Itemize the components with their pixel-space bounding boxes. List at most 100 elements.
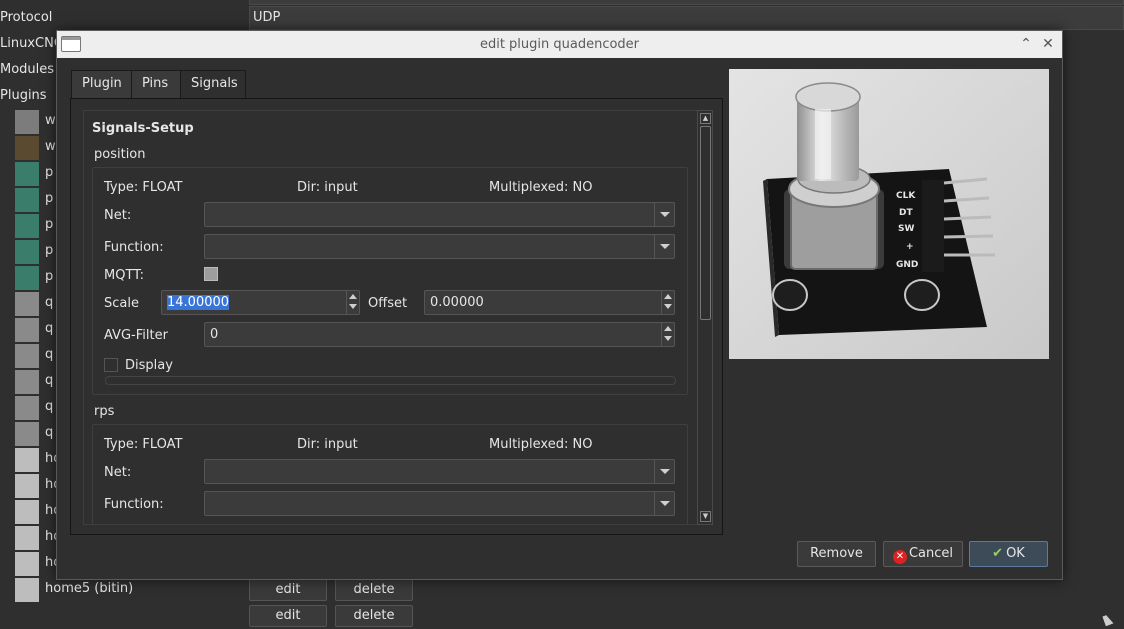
position-group-title: position [94,147,146,162]
offset-value: 0.00000 [430,295,484,310]
offset-label: Offset [368,296,408,311]
plugin-thumbnail [15,162,39,186]
rps-multiplexed: Multiplexed: NO [489,437,593,452]
maximize-icon[interactable]: ⌃ [1018,35,1034,53]
remove-button[interactable]: Remove [797,541,876,567]
plugin-thumbnail [15,578,39,602]
tab-plugin[interactable]: Plugin [71,70,132,99]
pin-label-gnd: GND [896,260,918,270]
plugin-thumbnail [15,292,39,316]
net-label: Net: [104,208,132,223]
delete-button[interactable]: delete [335,579,413,601]
cancel-button[interactable]: ✕ Cancel [883,541,963,567]
plugin-name: p [45,269,54,284]
dialog-titlebar[interactable]: edit plugin quadencoder ⌃ ✕ [57,31,1062,58]
protocol-label: Protocol [0,10,53,25]
remove-button-label: Remove [810,546,863,561]
plugin-image: CLK DT SW + GND [729,69,1049,359]
edit-button[interactable]: edit [249,579,327,601]
mqtt-checkbox[interactable] [204,267,218,281]
ok-button-label: OK [1006,546,1025,561]
tab-plugin-label: Plugin [82,76,122,91]
avg-filter-label: AVG-Filter [104,328,168,343]
scrollbar-thumb[interactable] [700,126,711,320]
delete-button-label: delete [353,608,395,623]
rotary-encoder-picture: CLK DT SW + GND [729,69,1049,359]
position-dir: Dir: input [297,180,358,195]
display-label: Display [125,358,173,373]
position-group: Type: FLOAT Dir: input Multiplexed: NO N… [92,167,688,395]
ok-icon: ✔ [992,546,1004,561]
plugin-name: p [45,217,54,232]
plugin-thumbnail [15,136,39,160]
net-select[interactable] [204,202,675,227]
vertical-scrollbar[interactable]: ▲ ▼ [697,110,713,525]
plugin-name: q [45,399,54,414]
edit-button[interactable]: edit [249,605,327,627]
scale-value: 14.00000 [167,295,230,310]
offset-spinbox[interactable]: 0.00000 [424,290,675,315]
edit-plugin-dialog: edit plugin quadencoder ⌃ ✕ Plugin Pins … [56,30,1063,580]
plugin-thumbnail [15,110,39,134]
plugin-thumbnail [15,240,39,264]
modules-label: Modules [0,62,55,77]
plugins-label: Plugins [0,88,47,103]
close-icon[interactable]: ✕ [1040,35,1056,53]
function-select[interactable] [204,234,675,259]
ok-button[interactable]: ✔ OK [969,541,1048,567]
tab-pins[interactable]: Pins [131,70,181,99]
delete-button[interactable]: delete [335,605,413,627]
plugin-name: q [45,373,54,388]
plugin-thumbnail [15,396,39,420]
rps-function-select[interactable] [204,491,675,516]
plugin-thumbnail [15,526,39,550]
rps-net-select[interactable] [204,459,675,484]
plugin-thumbnail [15,188,39,212]
mqtt-label: MQTT: [104,268,145,283]
plugin-thumbnail [15,214,39,238]
signals-tab-pane: Signals-Setup position Type: FLOAT Dir: … [70,98,723,535]
protocol-field[interactable]: UDP [249,6,1124,30]
scroll-up-icon[interactable]: ▲ [700,113,711,124]
display-checkbox[interactable] [104,358,118,372]
tab-signals[interactable]: Signals [180,70,246,100]
edit-button-label: edit [275,608,301,623]
position-type: Type: FLOAT [104,180,183,195]
spin-arrows-icon[interactable] [661,291,674,314]
scale-spinbox[interactable]: 14.00000 [161,290,360,315]
plugin-thumbnail [15,500,39,524]
position-multiplexed: Multiplexed: NO [489,180,593,195]
rps-type: Type: FLOAT [104,437,183,452]
chevron-down-icon [654,460,674,483]
plugin-thumbnail [15,422,39,446]
spin-arrows-icon[interactable] [346,291,359,314]
plugin-thumbnail [15,318,39,342]
pin-label-plus: + [906,242,914,252]
cancel-button-label: Cancel [908,546,954,561]
plugin-thumbnail [15,370,39,394]
plugin-name: w [45,139,56,154]
mouse-cursor-icon [1102,613,1114,627]
plugin-name: q [45,295,54,310]
plugin-name: p [45,191,54,206]
pin-label-dt: DT [899,208,913,218]
scroll-down-icon[interactable]: ▼ [700,511,711,522]
top-field-edge [249,0,1124,5]
protocol-value: UDP [253,10,281,25]
function-label: Function: [104,240,164,255]
dialog-title: edit plugin quadencoder [479,37,640,52]
plugin-name: q [45,425,54,440]
plugin-name: p [45,165,54,180]
chevron-down-icon [654,235,674,258]
plugin-name: p [45,243,54,258]
plugin-thumbnail [15,474,39,498]
plugin-name: q [45,347,54,362]
avg-filter-spinbox[interactable]: 0 [204,322,675,347]
signals-scroll-area[interactable]: Signals-Setup position Type: FLOAT Dir: … [83,110,711,525]
horizontal-scrollbar[interactable] [105,376,676,385]
spin-arrows-icon[interactable] [661,323,674,346]
rps-group-title: rps [94,404,115,419]
edit-button-label: edit [275,582,301,597]
plugin-name: home5 (bitin) [45,581,134,596]
plugin-thumbnail [15,448,39,472]
